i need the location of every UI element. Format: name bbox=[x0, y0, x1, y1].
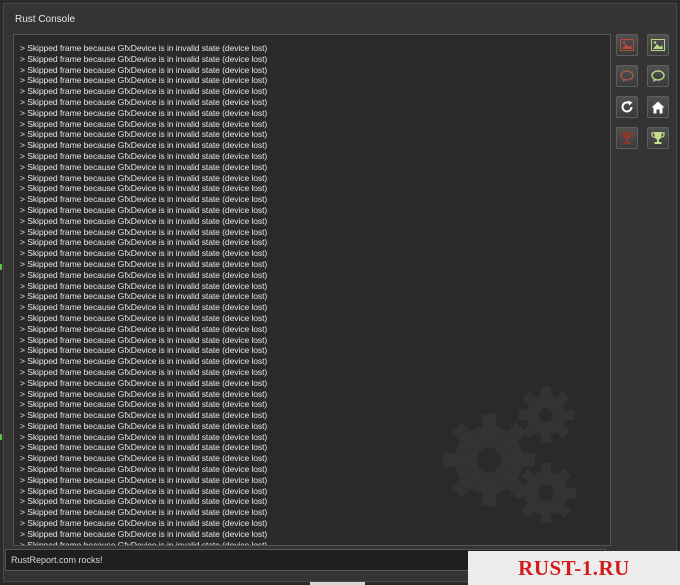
console-log-line: > Skipped frame because GfxDevice is in … bbox=[20, 248, 268, 259]
trophy-icon bbox=[620, 132, 634, 144]
home-button[interactable] bbox=[647, 96, 669, 118]
console-log-line: > Skipped frame because GfxDevice is in … bbox=[20, 485, 268, 496]
console-log-line: > Skipped frame because GfxDevice is in … bbox=[20, 366, 268, 377]
trophy-icon bbox=[651, 132, 665, 144]
console-log-line: > Skipped frame because GfxDevice is in … bbox=[20, 53, 268, 64]
console-log-line: > Skipped frame because GfxDevice is in … bbox=[20, 172, 268, 183]
console-log-line: > Skipped frame because GfxDevice is in … bbox=[20, 345, 268, 356]
edge-indicator bbox=[0, 264, 2, 270]
chat-red-button[interactable] bbox=[616, 65, 638, 87]
image-green-button[interactable] bbox=[647, 34, 669, 56]
console-log-line: > Skipped frame because GfxDevice is in … bbox=[20, 420, 268, 431]
console-log-line: > Skipped frame because GfxDevice is in … bbox=[20, 507, 268, 518]
console-log-line: > Skipped frame because GfxDevice is in … bbox=[20, 474, 268, 485]
console-log-line: > Skipped frame because GfxDevice is in … bbox=[20, 280, 268, 291]
console-log-line: > Skipped frame because GfxDevice is in … bbox=[20, 161, 268, 172]
console-log-line: > Skipped frame because GfxDevice is in … bbox=[20, 96, 268, 107]
edge-indicator bbox=[0, 434, 2, 440]
console-log-line: > Skipped frame because GfxDevice is in … bbox=[20, 410, 268, 421]
console-log[interactable]: > Skipped frame because GfxDevice is in … bbox=[13, 34, 611, 546]
console-log-line: > Skipped frame because GfxDevice is in … bbox=[20, 528, 268, 539]
console-log-line: > Skipped frame because GfxDevice is in … bbox=[20, 118, 268, 129]
console-log-line: > Skipped frame because GfxDevice is in … bbox=[20, 226, 268, 237]
console-log-line: > Skipped frame because GfxDevice is in … bbox=[20, 302, 268, 313]
console-log-line: > Skipped frame because GfxDevice is in … bbox=[20, 43, 268, 53]
console-log-line: > Skipped frame because GfxDevice is in … bbox=[20, 388, 268, 399]
console-log-line: > Skipped frame because GfxDevice is in … bbox=[20, 399, 268, 410]
console-log-line: > Skipped frame because GfxDevice is in … bbox=[20, 377, 268, 388]
console-log-line: > Skipped frame because GfxDevice is in … bbox=[20, 496, 268, 507]
console-log-line: > Skipped frame because GfxDevice is in … bbox=[20, 356, 268, 367]
trophy-green-button[interactable] bbox=[647, 127, 669, 149]
console-log-line: > Skipped frame because GfxDevice is in … bbox=[20, 442, 268, 453]
console-log-line: > Skipped frame because GfxDevice is in … bbox=[20, 291, 268, 302]
chat-icon bbox=[651, 69, 665, 82]
console-log-line: > Skipped frame because GfxDevice is in … bbox=[20, 150, 268, 161]
chat-icon bbox=[620, 69, 634, 82]
image-icon bbox=[620, 39, 634, 51]
console-log-line: > Skipped frame because GfxDevice is in … bbox=[20, 64, 268, 75]
home-icon bbox=[651, 101, 665, 113]
console-log-line: > Skipped frame because GfxDevice is in … bbox=[20, 334, 268, 345]
console-log-line: > Skipped frame because GfxDevice is in … bbox=[20, 204, 268, 215]
console-log-line: > Skipped frame because GfxDevice is in … bbox=[20, 86, 268, 97]
console-window: Rust Console > Skipped frame because Gfx… bbox=[3, 3, 677, 582]
console-log-lines: > Skipped frame because GfxDevice is in … bbox=[20, 43, 606, 546]
console-log-line: > Skipped frame because GfxDevice is in … bbox=[20, 140, 268, 151]
console-log-line: > Skipped frame because GfxDevice is in … bbox=[20, 194, 268, 205]
console-log-line: > Skipped frame because GfxDevice is in … bbox=[20, 183, 268, 194]
refresh-icon bbox=[621, 100, 633, 113]
watermark-text: RUST-1.RU bbox=[518, 555, 630, 580]
console-log-line: > Skipped frame because GfxDevice is in … bbox=[20, 312, 268, 323]
image-red-button[interactable] bbox=[616, 34, 638, 56]
console-log-line: > Skipped frame because GfxDevice is in … bbox=[20, 215, 268, 226]
trophy-red-button[interactable] bbox=[616, 127, 638, 149]
console-log-line: > Skipped frame because GfxDevice is in … bbox=[20, 107, 268, 118]
console-log-line: > Skipped frame because GfxDevice is in … bbox=[20, 539, 268, 546]
refresh-button[interactable] bbox=[616, 96, 638, 118]
console-log-line: > Skipped frame because GfxDevice is in … bbox=[20, 269, 268, 280]
console-log-line: > Skipped frame because GfxDevice is in … bbox=[20, 464, 268, 475]
console-log-line: > Skipped frame because GfxDevice is in … bbox=[20, 75, 268, 86]
console-log-line: > Skipped frame because GfxDevice is in … bbox=[20, 323, 268, 334]
window-title: Rust Console bbox=[15, 14, 76, 25]
console-log-line: > Skipped frame because GfxDevice is in … bbox=[20, 258, 268, 269]
console-log-line: > Skipped frame because GfxDevice is in … bbox=[20, 518, 268, 529]
console-log-line: > Skipped frame because GfxDevice is in … bbox=[20, 431, 268, 442]
image-icon bbox=[651, 39, 665, 51]
watermark-logo: RUST-1.RU bbox=[468, 551, 680, 585]
console-log-line: > Skipped frame because GfxDevice is in … bbox=[20, 453, 268, 464]
console-log-line: > Skipped frame because GfxDevice is in … bbox=[20, 129, 268, 140]
console-log-line: > Skipped frame because GfxDevice is in … bbox=[20, 237, 268, 248]
chat-green-button[interactable] bbox=[647, 65, 669, 87]
